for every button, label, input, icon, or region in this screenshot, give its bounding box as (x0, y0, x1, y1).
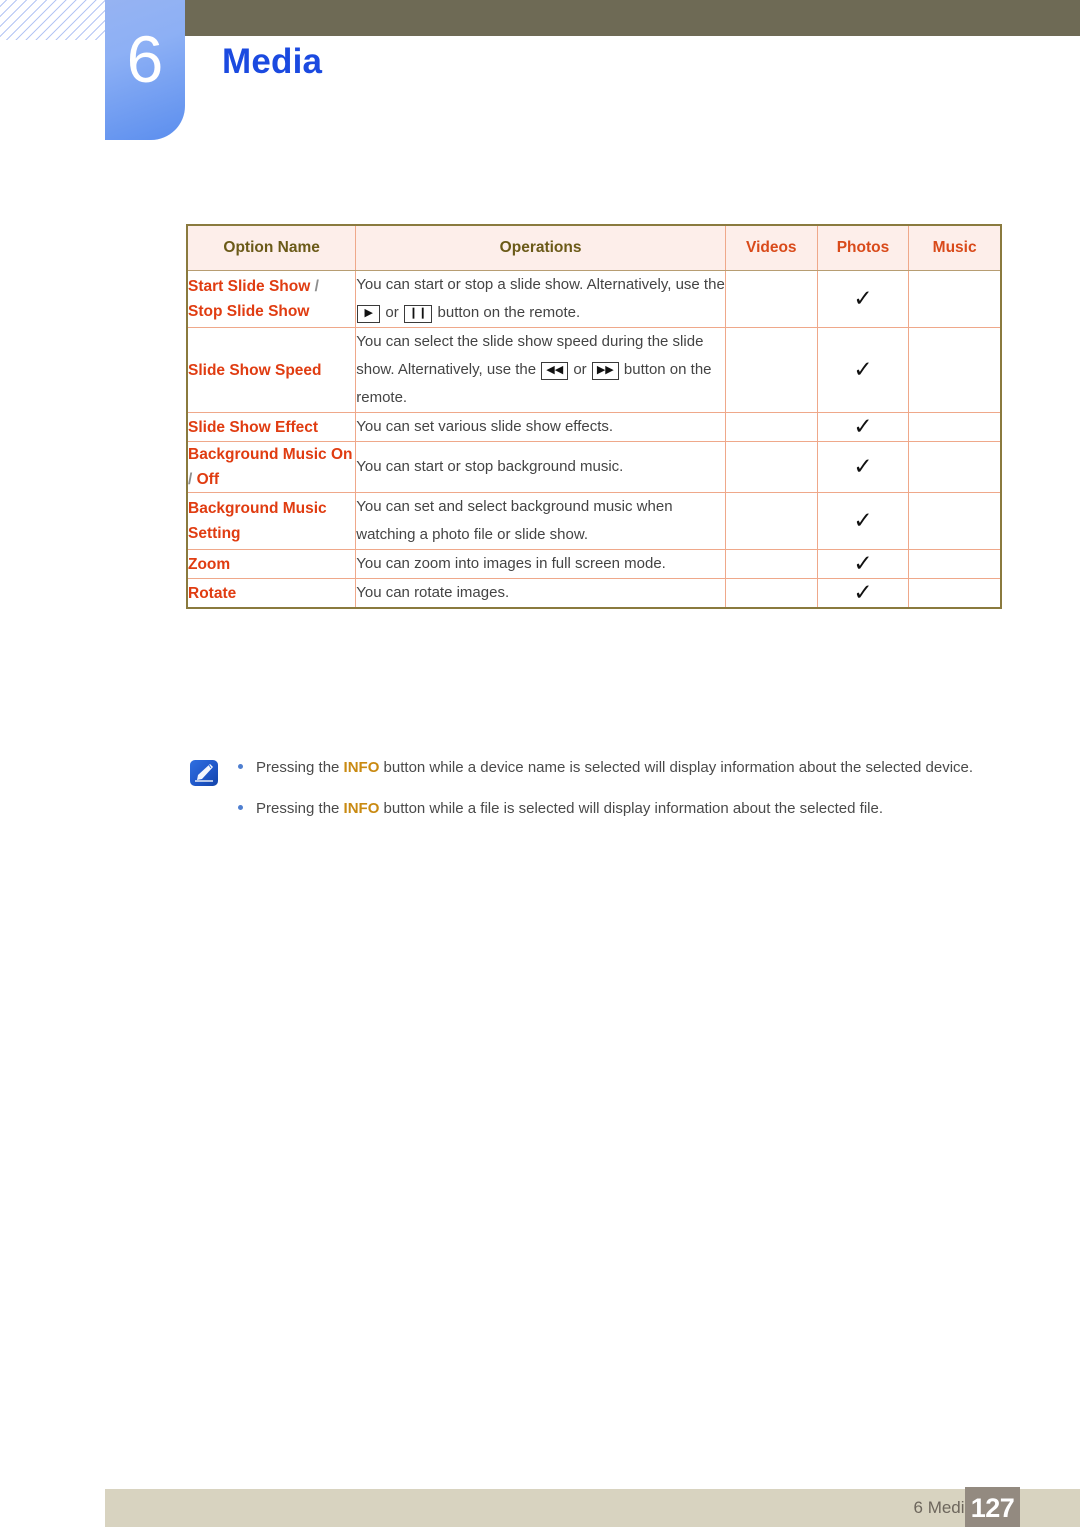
operation-text: You can rotate images. (356, 584, 510, 601)
cell-operations: You can start or stop a slide show. Alte… (355, 270, 726, 328)
cell-photos: ✓ (816, 441, 910, 493)
cell-videos (724, 492, 818, 550)
column-header-option-name: Option Name (186, 224, 357, 271)
cell-operations: You can start or stop background music. (355, 441, 726, 493)
cell-operations: You can set various slide show effects. (355, 412, 726, 442)
option-name-text: Start Slide Show (188, 278, 311, 295)
header-olive-bar (170, 0, 1080, 36)
option-name-text: Stop Slide Show (188, 303, 310, 320)
info-button-keyword: INFO (343, 800, 380, 817)
page-title: Media (222, 42, 323, 81)
cell-option-name: Slide Show Effect (186, 412, 357, 442)
option-separator: / (188, 471, 197, 488)
chapter-number-tab: 6 (105, 0, 185, 140)
check-icon: ✓ (853, 356, 873, 382)
option-name-text: Background Music On (188, 446, 353, 463)
rewind-icon: ◀◀ (541, 362, 569, 380)
column-header-music: Music (908, 224, 1003, 271)
cell-photos: ✓ (816, 327, 910, 413)
note-text: button while a device name is selected w… (379, 759, 974, 776)
cell-photos: ✓ (816, 412, 910, 442)
cell-option-name: Start Slide Show / Stop Slide Show (186, 270, 357, 328)
table-header: Option Name Operations Videos Photos Mus… (186, 224, 1003, 271)
check-icon: ✓ (853, 285, 873, 311)
table-row: Slide Show Effect You can set various sli… (186, 412, 1003, 442)
column-header-photos: Photos (816, 224, 910, 271)
cell-operations: You can select the slide show speed duri… (355, 327, 726, 413)
cell-photos: ✓ (816, 270, 910, 328)
cell-videos (724, 549, 818, 579)
cell-option-name: Background Music On / Off (186, 441, 357, 493)
cell-music (908, 412, 1003, 442)
note-item: Pressing the INFO button while a file is… (186, 796, 1002, 821)
cell-videos (724, 441, 818, 493)
operation-text: You can start or stop a slide show. Alte… (356, 276, 725, 293)
cell-music (908, 270, 1003, 328)
cell-option-name: Rotate (186, 578, 357, 609)
note-text: Pressing the (256, 800, 344, 817)
table-body: Start Slide Show / Stop Slide Show You ca… (186, 270, 1003, 609)
cell-music (908, 327, 1003, 413)
column-header-operations: Operations (355, 224, 726, 271)
cell-music (908, 441, 1003, 493)
cell-option-name: Background Music Setting (186, 492, 357, 550)
check-icon: ✓ (853, 579, 873, 605)
cell-option-name: Slide Show Speed (186, 327, 357, 413)
table-row: Rotate You can rotate images. ✓ (186, 578, 1003, 609)
table-row: Zoom You can zoom into images in full scr… (186, 549, 1003, 579)
note-item: Pressing the INFO button while a device … (186, 755, 1002, 780)
cell-photos: ✓ (816, 492, 910, 550)
option-separator: / (310, 278, 319, 295)
cell-operations: You can set and select background music … (355, 492, 726, 550)
fast-forward-icon: ▶▶ (591, 362, 619, 380)
operation-text: or (381, 304, 403, 321)
cell-operations: You can zoom into images in full screen … (355, 549, 726, 579)
cell-photos: ✓ (816, 578, 910, 609)
cell-music (908, 492, 1003, 550)
cell-option-name: Zoom (186, 549, 357, 579)
pause-icon: ❙❙ (403, 305, 433, 323)
cell-videos (724, 327, 818, 413)
note-text: Pressing the (256, 759, 344, 776)
operation-text: You can start or stop background music. (356, 458, 624, 475)
media-options-table: Option Name Operations Videos Photos Mus… (186, 224, 1003, 609)
cell-videos (724, 578, 818, 609)
table-row: Background Music Setting You can set and … (186, 492, 1003, 550)
bullet-icon (238, 805, 243, 810)
cell-photos: ✓ (816, 549, 910, 579)
check-icon: ✓ (853, 453, 873, 479)
cell-music (908, 549, 1003, 579)
table-row: Background Music On / Off You can start o… (186, 441, 1003, 493)
bullet-icon (238, 764, 243, 769)
option-name-text: Slide Show Effect (188, 418, 319, 436)
cell-operations: You can rotate images. (355, 578, 726, 609)
option-name-text: Slide Show Speed (188, 361, 322, 379)
play-icon: ▶ (357, 305, 381, 323)
check-icon: ✓ (853, 507, 873, 533)
cell-videos (724, 270, 818, 328)
option-name-text: Zoom (188, 555, 231, 573)
operation-text: or (569, 361, 591, 378)
table-header-row: Option Name Operations Videos Photos Mus… (186, 224, 1003, 271)
cell-music (908, 578, 1003, 609)
info-button-keyword: INFO (343, 759, 380, 776)
operation-text: You can set and select background music … (356, 498, 673, 543)
option-name-text: Rotate (188, 584, 237, 602)
operation-text: button on the remote. (433, 304, 581, 321)
table-row: Start Slide Show / Stop Slide Show You ca… (186, 270, 1003, 328)
option-name-text: Background Music Setting (188, 500, 327, 542)
decorative-hatch-pattern (0, 0, 106, 40)
notes-block: Pressing the INFO button while a device … (186, 755, 1002, 837)
operation-text: You can zoom into images in full screen … (356, 555, 666, 572)
option-name-text: Off (196, 471, 220, 488)
page-number-badge: 127 (965, 1487, 1020, 1527)
cell-videos (724, 412, 818, 442)
check-icon: ✓ (853, 413, 873, 439)
check-icon: ✓ (853, 550, 873, 576)
column-header-videos: Videos (724, 224, 818, 271)
note-text: button while a file is selected will dis… (379, 800, 883, 817)
operation-text: You can set various slide show effects. (356, 418, 614, 435)
table-row: Slide Show Speed You can select the slide… (186, 327, 1003, 413)
